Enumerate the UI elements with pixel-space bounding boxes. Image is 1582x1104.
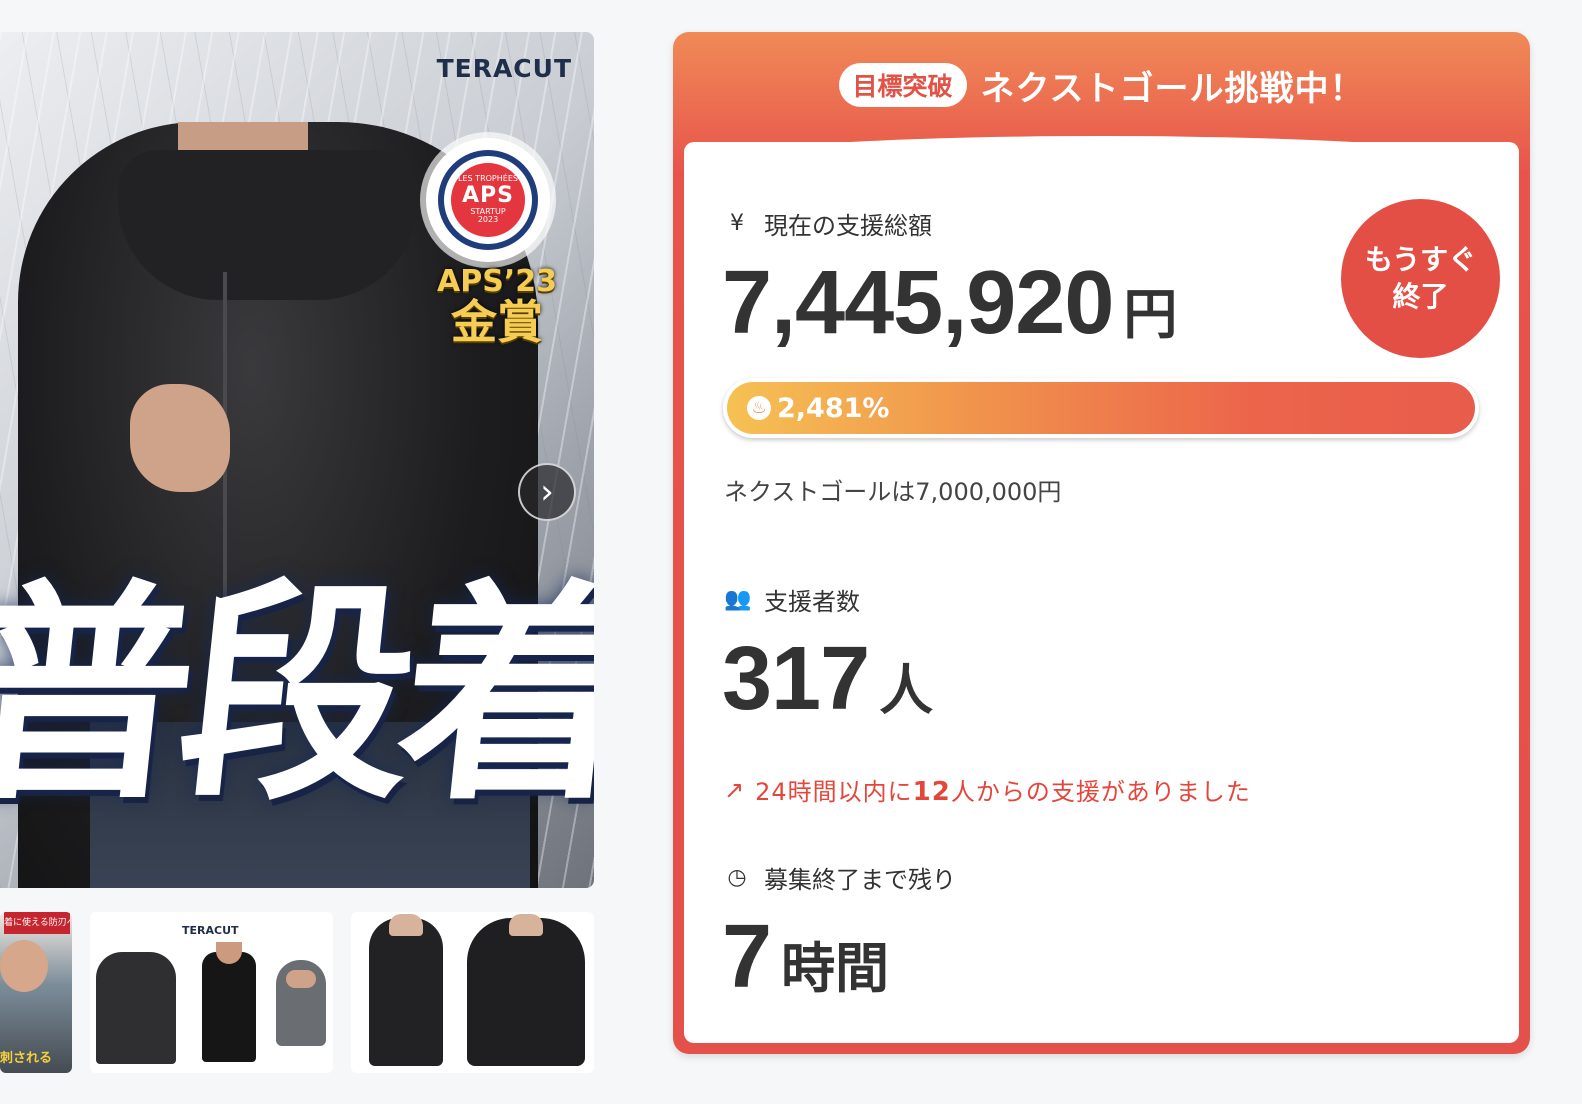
aps-badge-name: APS	[462, 182, 514, 208]
remaining-display: 7 時間	[722, 906, 889, 1009]
remaining-label: 募集終了まで残り	[764, 866, 956, 894]
amount-label-row: ¥ 現在の支援総額	[724, 206, 932, 241]
ending-soon-text: もうすぐ 終了	[1365, 242, 1476, 316]
thumbnail-jacket-back	[467, 918, 585, 1066]
trending-up-icon: ↗	[724, 775, 746, 804]
aps-award-badge: LES TROPHÉES APS STARTUP 2023	[426, 138, 550, 262]
next-image-button[interactable]: ›	[518, 463, 576, 521]
thumbnail-caption: 着に使える防刃ベ	[4, 912, 70, 934]
image-headline: 普段着。	[0, 561, 594, 831]
ending-soon-line: もうすぐ	[1364, 242, 1477, 276]
trend-text: 24時間以内に12人からの支援がありました	[755, 772, 1251, 807]
award-text: APS’23 金賞	[432, 266, 562, 346]
users-icon: 👥	[724, 587, 752, 612]
model-hand	[130, 384, 230, 492]
thumbnail-jacket-side	[369, 918, 443, 1066]
thumbnail-bottom-caption: 刺される	[0, 1051, 53, 1066]
chevron-right-icon: ›	[540, 472, 554, 512]
amount-value: 7,445,920	[722, 253, 1114, 353]
clock-icon: ◷	[727, 865, 747, 890]
fire-icon: ♨	[747, 396, 771, 420]
progress-fill: ♨ 2,481%	[727, 382, 1475, 434]
aps-badge-year: 2023	[477, 215, 499, 225]
thumbnail-face-mask	[276, 960, 326, 1046]
supporters-unit: 人	[879, 661, 934, 721]
card-body: ¥ 現在の支援総額 7,445,920 円 もうすぐ 終了 ♨ 2,481% ネクス…	[684, 136, 1519, 1043]
card-header: 目標突破 ネクストゴール挑戦中！	[673, 32, 1530, 138]
amount-unit: 円	[1123, 285, 1178, 345]
jacket-collar	[118, 150, 418, 300]
main-product-image[interactable]: TERACUT LES TROPHÉES APS STARTUP 2023 AP…	[0, 32, 594, 888]
thumbnail-2[interactable]: TERACUT	[90, 912, 333, 1073]
trend-count: 12	[912, 777, 951, 807]
award-prize: 金賞	[451, 294, 543, 349]
thumbnail-jacket	[96, 952, 176, 1064]
goal-achieved-badge: 目標突破	[838, 63, 967, 107]
supporters-label: 支援者数	[764, 588, 860, 616]
thumbnail-tank-top	[202, 942, 256, 1062]
yen-icon: ¥	[730, 211, 744, 236]
next-goal-text: ネクストゴールは7,000,000円	[724, 478, 1062, 506]
remaining-label-row: ◷ 募集終了まで残り	[724, 860, 956, 895]
amount-label: 現在の支援総額	[764, 212, 932, 240]
supporters-label-row: 👥 支援者数	[724, 582, 860, 617]
brand-logo: TERACUT	[436, 54, 572, 83]
progress-bar: ♨ 2,481%	[723, 378, 1479, 438]
amount-display: 7,445,920 円	[722, 252, 1177, 355]
thumbnail-3[interactable]	[351, 912, 594, 1073]
award-year: APS’23	[437, 264, 557, 299]
progress-percent: 2,481%	[777, 392, 890, 424]
trend-suffix: 人からの支援がありました	[950, 778, 1251, 806]
remaining-value: 7	[722, 907, 772, 1007]
next-goal-heading: ネクストゴール挑戦中！	[980, 68, 1365, 109]
supporters-value: 317	[722, 629, 870, 729]
thumbnail-1[interactable]: 着に使える防刃ベ 刺される	[0, 912, 72, 1073]
ending-soon-line: 終了	[1392, 279, 1449, 313]
supporters-display: 317 人	[722, 628, 933, 731]
thumbnail-person	[0, 940, 48, 992]
aps-badge-inner: LES TROPHÉES APS STARTUP 2023	[451, 163, 525, 237]
aps-badge-ring: LES TROPHÉES APS STARTUP 2023	[438, 150, 538, 250]
ending-soon-badge: もうすぐ 終了	[1341, 199, 1500, 358]
remaining-unit: 時間	[781, 939, 890, 999]
recent-support-notice: ↗ 24時間以内に12人からの支援がありました	[724, 772, 1251, 808]
thumbnail-brand-logo: TERACUT	[182, 924, 239, 937]
funding-status-card: 目標突破 ネクストゴール挑戦中！ ¥ 現在の支援総額 7,445,920 円 もう…	[673, 32, 1530, 1054]
trend-prefix: 24時間以内に	[755, 778, 913, 806]
